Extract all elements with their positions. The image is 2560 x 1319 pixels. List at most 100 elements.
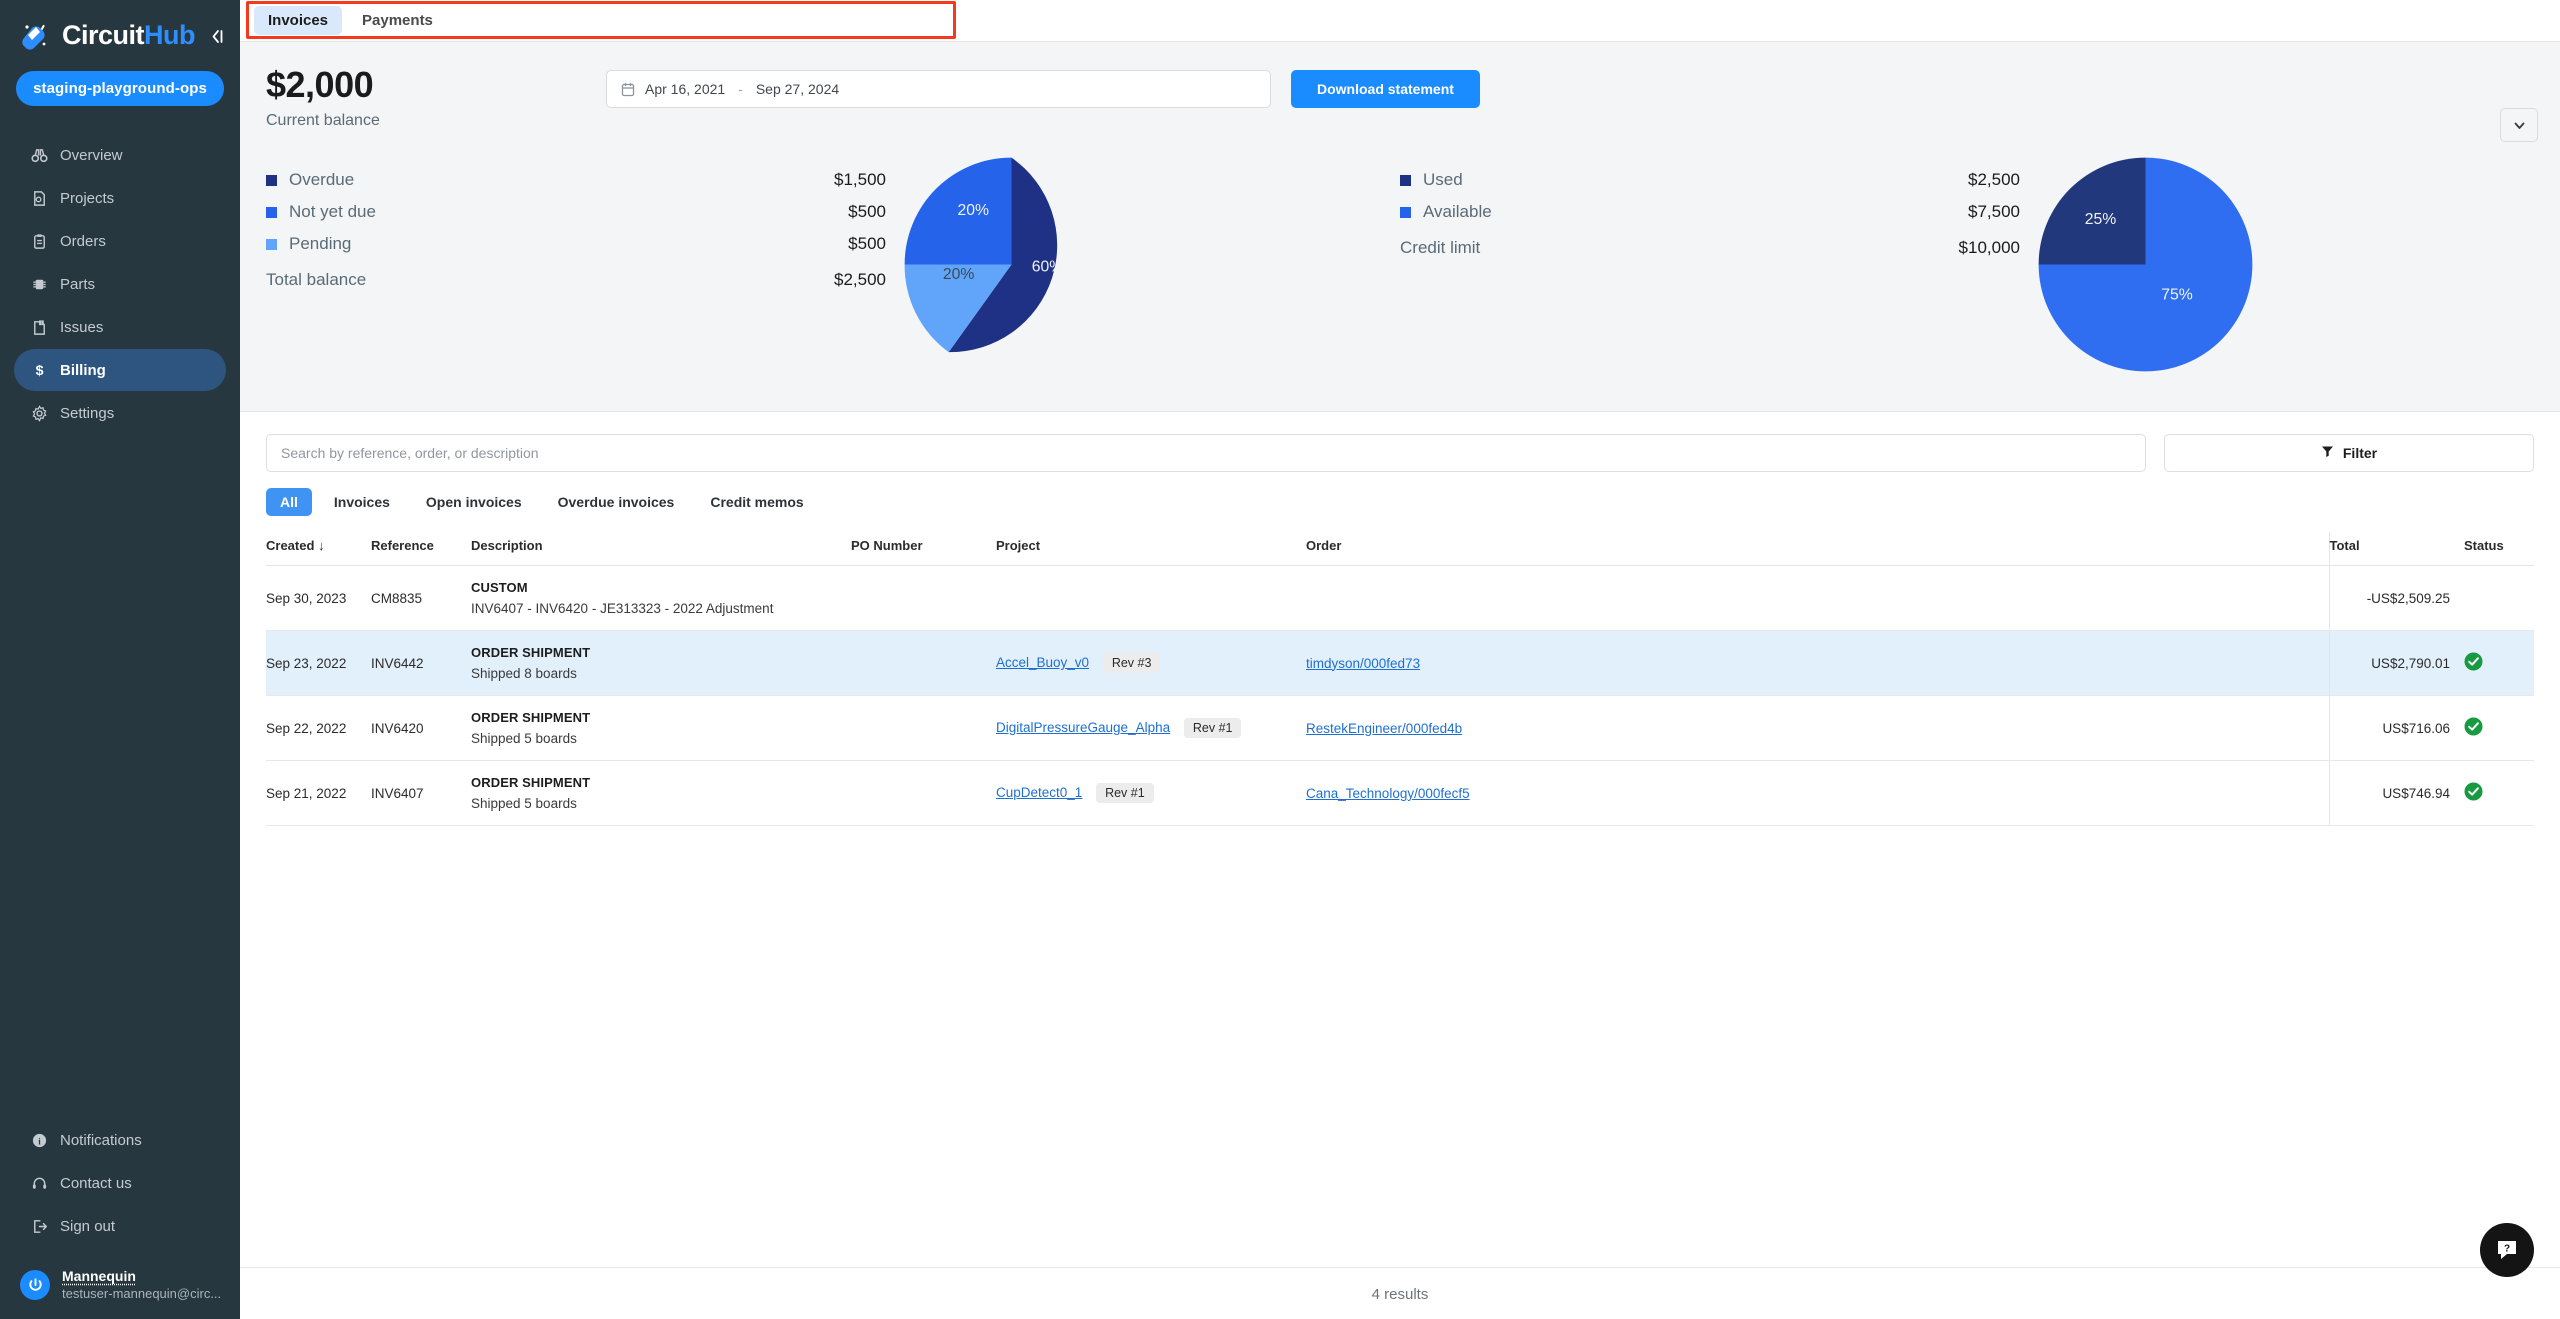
tab-payments[interactable]: Payments — [348, 6, 447, 35]
column-header-po-number[interactable]: PO Number — [851, 532, 996, 566]
column-header-reference[interactable]: Reference — [371, 532, 471, 566]
svg-text:!: ! — [40, 320, 41, 325]
filter-button[interactable]: Filter — [2164, 434, 2534, 472]
user-profile[interactable]: Mannequin testuser-mannequin@circ... — [0, 1258, 240, 1319]
chevron-down-icon[interactable] — [2500, 108, 2538, 142]
description-detail: INV6407 - INV6420 - JE313323 - 2022 Adju… — [471, 601, 774, 616]
column-header-created[interactable]: Created ↓ — [266, 532, 371, 566]
legend-row: Overdue $1,500 — [266, 164, 886, 196]
top-tabbar: Invoices Payments — [240, 0, 2560, 42]
date-range-end: Sep 27, 2024 — [755, 81, 840, 97]
sidebar-item-projects[interactable]: Projects — [14, 177, 226, 219]
legend-swatch-not-yet-due — [266, 206, 277, 218]
tab-invoices[interactable]: Invoices — [254, 6, 343, 35]
organization-selector[interactable]: staging-playground-ops — [16, 71, 224, 106]
collapse-panel-icon[interactable] — [205, 26, 230, 50]
column-header-total[interactable]: Total — [2328, 532, 2464, 566]
cell-reference: INV6407 — [371, 760, 471, 826]
project-link[interactable]: CupDetect0_1 — [996, 785, 1082, 800]
legend-row: Pending $500 — [266, 228, 886, 260]
cell-po-number — [851, 630, 996, 696]
search-input[interactable] — [281, 445, 2131, 461]
column-header-order[interactable]: Order — [1306, 532, 2329, 566]
search-box[interactable] — [266, 434, 2146, 472]
cell-created: Sep 23, 2022 — [266, 630, 371, 696]
legend-total-value: $2,500 — [834, 270, 886, 289]
pie-label-available: 75% — [2161, 286, 2193, 303]
cell-status — [2464, 760, 2534, 826]
legend-row: Available $7,500 — [1400, 196, 2020, 228]
cell-po-number — [851, 760, 996, 826]
legend-label: Overdue — [289, 170, 355, 189]
legend-value: $1,500 — [834, 170, 886, 189]
pie-label-used: 25% — [2084, 211, 2116, 228]
cell-created: Sep 21, 2022 — [266, 760, 371, 826]
sidebar-item-notifications[interactable]: i Notifications — [14, 1119, 226, 1161]
secondary-navigation: i Notifications Contact us Sign out — [0, 1119, 240, 1258]
column-header-project[interactable]: Project — [996, 532, 1306, 566]
order-link[interactable]: RestekEngineer/000fed4b — [1306, 721, 1462, 736]
chip-icon — [30, 275, 48, 293]
issue-report-icon: ! — [30, 318, 48, 336]
billing-summary: $2,000 Current balance Apr 16, 2021 - Se… — [240, 42, 2560, 412]
cell-project: Accel_Buoy_v0 Rev #3 — [996, 630, 1306, 696]
table-row[interactable]: Sep 23, 2022 INV6442 ORDER SHIPMENT Ship… — [266, 630, 2534, 696]
cell-description: ORDER SHIPMENT Shipped 8 boards — [471, 630, 851, 696]
help-chat-icon[interactable]: ? — [2480, 1223, 2534, 1277]
table-footer: 4 results — [240, 1267, 2560, 1303]
sidebar-item-sign-out[interactable]: Sign out — [14, 1205, 226, 1247]
cell-po-number — [851, 695, 996, 761]
calendar-icon — [621, 82, 635, 97]
sidebar-item-label: Projects — [60, 189, 115, 207]
project-link[interactable]: DigitalPressureGauge_Alpha — [996, 720, 1170, 735]
info-icon: i — [30, 1131, 48, 1149]
legend-value: $2,500 — [1968, 170, 2020, 189]
sidebar-item-issues[interactable]: ! Issues — [14, 306, 226, 348]
legend-label: Pending — [289, 234, 352, 253]
project-link[interactable]: Accel_Buoy_v0 — [996, 655, 1089, 670]
download-statement-button[interactable]: Download statement — [1291, 70, 1480, 108]
sidebar-item-contact-us[interactable]: Contact us — [14, 1162, 226, 1204]
sidebar-item-label: Billing — [60, 361, 106, 379]
table-row[interactable]: Sep 21, 2022 INV6407 ORDER SHIPMENT Ship… — [266, 760, 2534, 826]
legend-total-row: Total balance $2,500 — [266, 264, 886, 296]
sidebar-item-overview[interactable]: Overview — [14, 134, 226, 176]
sidebar-item-parts[interactable]: Parts — [14, 263, 226, 305]
chip-invoices[interactable]: Invoices — [320, 488, 404, 516]
table-row[interactable]: Sep 30, 2023 CM8835 CUSTOM INV6407 - INV… — [266, 565, 2534, 631]
cell-project: CupDetect0_1 Rev #1 — [996, 760, 1306, 826]
sidebar-item-orders[interactable]: Orders — [14, 220, 226, 262]
order-link[interactable]: timdyson/000fed73 — [1306, 656, 1420, 671]
chip-credit-memos[interactable]: Credit memos — [696, 488, 817, 516]
column-header-status[interactable]: Status — [2464, 532, 2534, 566]
table-row[interactable]: Sep 22, 2022 INV6420 ORDER SHIPMENT Ship… — [266, 695, 2534, 761]
credit-pie-wrap: 75% 25% — [2020, 152, 2270, 377]
cell-description: ORDER SHIPMENT Shipped 5 boards — [471, 695, 851, 761]
sidebar-item-billing[interactable]: $ Billing — [14, 349, 226, 391]
cell-created: Sep 22, 2022 — [266, 695, 371, 761]
legend-label: Not yet due — [289, 202, 376, 221]
brand-name-first: Circuit — [62, 20, 145, 50]
invoices-table: Created ↓ Reference Description PO Numbe… — [266, 532, 2534, 826]
cell-total: US$716.06 — [2328, 695, 2464, 761]
chip-open-invoices[interactable]: Open invoices — [412, 488, 536, 516]
chip-all[interactable]: All — [266, 488, 312, 516]
clipboard-icon — [30, 232, 48, 250]
column-header-description[interactable]: Description — [471, 532, 851, 566]
project-revision-badge: Rev #1 — [1183, 718, 1242, 738]
sign-out-icon — [30, 1217, 48, 1235]
sidebar-item-label: Parts — [60, 275, 96, 293]
date-range-picker[interactable]: Apr 16, 2021 - Sep 27, 2024 — [606, 70, 1271, 108]
order-link[interactable]: Cana_Technology/000fecf5 — [1306, 786, 1470, 801]
svg-text:?: ? — [2504, 1244, 2510, 1255]
brand-name-second: Hub — [144, 20, 195, 50]
sidebar-item-settings[interactable]: Settings — [14, 392, 226, 434]
chip-overdue-invoices[interactable]: Overdue invoices — [544, 488, 689, 516]
legend-label: Used — [1423, 170, 1463, 189]
app-root: CircuitHub staging-playground-ops Overvi… — [0, 0, 2560, 1319]
check-circle-icon — [2464, 717, 2483, 736]
main-content: Invoices Payments $2,000 Current balance… — [240, 0, 2560, 1319]
user-name: Mannequin — [62, 1268, 136, 1284]
cell-reference: INV6420 — [371, 695, 471, 761]
